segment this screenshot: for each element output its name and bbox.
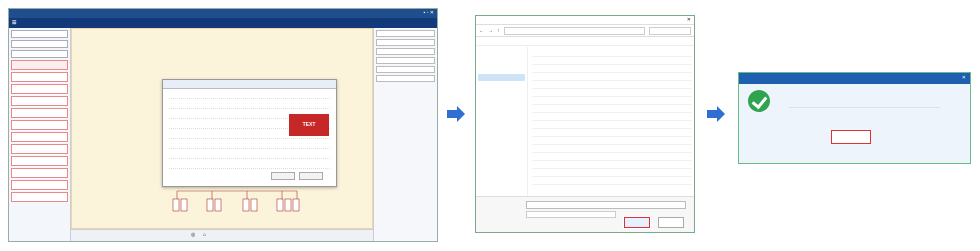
export-button[interactable] bbox=[271, 172, 295, 180]
close-icon[interactable]: ✕ bbox=[962, 75, 966, 82]
file-type-select[interactable] bbox=[526, 211, 616, 218]
sidebar-item[interactable] bbox=[478, 58, 525, 65]
file-row[interactable] bbox=[532, 50, 692, 57]
bottom-toolbar: ◎ ⌂ bbox=[71, 229, 373, 241]
family-tree bbox=[172, 190, 300, 212]
right-option[interactable] bbox=[376, 75, 435, 82]
list-item[interactable] bbox=[11, 72, 68, 82]
dialog-titlebar: ✕ bbox=[476, 16, 694, 25]
file-row[interactable] bbox=[532, 130, 692, 137]
file-row[interactable] bbox=[532, 90, 692, 97]
sidebar-item-selected[interactable] bbox=[478, 74, 525, 81]
preview-label: TEXT bbox=[302, 122, 316, 128]
save-as-dialog: ✕ ← → ↑ bbox=[475, 15, 695, 233]
sidebar-item[interactable] bbox=[478, 82, 525, 89]
file-row[interactable] bbox=[532, 162, 692, 169]
right-sidebar bbox=[373, 28, 437, 241]
file-list bbox=[530, 47, 694, 196]
file-name-input[interactable] bbox=[526, 201, 686, 209]
window-titlebar: ▪ ▫ ✕ bbox=[9, 9, 437, 18]
hide-folders-toggle[interactable] bbox=[480, 221, 506, 227]
right-option[interactable] bbox=[376, 30, 435, 37]
cancel-button[interactable] bbox=[658, 217, 684, 228]
list-item[interactable] bbox=[11, 96, 68, 106]
up-icon[interactable]: ↑ bbox=[497, 28, 500, 34]
export-dialog: TEXT bbox=[162, 79, 337, 187]
sidebar-item[interactable] bbox=[478, 90, 525, 97]
right-option[interactable] bbox=[376, 39, 435, 46]
preview-swatch: TEXT bbox=[289, 114, 329, 136]
notification-dialog: ✕ bbox=[738, 72, 971, 164]
option-row[interactable] bbox=[169, 151, 330, 159]
filter-dropdown[interactable] bbox=[11, 40, 68, 48]
arrow-icon bbox=[447, 106, 465, 122]
sidebar-item[interactable] bbox=[478, 98, 525, 105]
dialog-body bbox=[739, 84, 970, 163]
file-row[interactable] bbox=[532, 74, 692, 81]
list-item[interactable] bbox=[11, 108, 68, 118]
sidebar-item[interactable] bbox=[478, 130, 525, 137]
save-button[interactable] bbox=[624, 217, 650, 228]
option-row[interactable] bbox=[169, 101, 330, 109]
dialog-footer bbox=[476, 196, 694, 232]
address-bar[interactable] bbox=[503, 26, 645, 35]
file-row[interactable] bbox=[532, 154, 692, 161]
list-item[interactable] bbox=[11, 180, 68, 190]
list-item[interactable] bbox=[11, 60, 68, 70]
sidebar-item[interactable] bbox=[478, 122, 525, 129]
file-row[interactable] bbox=[532, 58, 692, 65]
file-row[interactable] bbox=[532, 82, 692, 89]
list-item[interactable] bbox=[11, 168, 68, 178]
zoom-icon[interactable]: ◎ bbox=[191, 232, 195, 238]
sidebar-item[interactable] bbox=[478, 66, 525, 73]
folder-tree bbox=[476, 47, 528, 196]
file-row[interactable] bbox=[532, 178, 692, 185]
file-row[interactable] bbox=[532, 106, 692, 113]
menu-icon[interactable]: ☰ bbox=[12, 20, 16, 26]
file-row[interactable] bbox=[532, 170, 692, 177]
list-item[interactable] bbox=[11, 144, 68, 154]
right-option[interactable] bbox=[376, 48, 435, 55]
toolbar bbox=[476, 37, 694, 46]
dialog-titlebar: ✕ bbox=[739, 73, 970, 84]
forward-icon[interactable]: → bbox=[488, 28, 493, 34]
file-row[interactable] bbox=[532, 66, 692, 73]
list-item[interactable] bbox=[11, 132, 68, 142]
success-check-icon bbox=[748, 90, 770, 112]
nav-bar: ← → ↑ bbox=[476, 25, 694, 37]
search-input[interactable] bbox=[11, 30, 68, 38]
file-row[interactable] bbox=[532, 114, 692, 121]
message-text bbox=[789, 98, 940, 108]
list-item[interactable] bbox=[11, 192, 68, 202]
file-row[interactable] bbox=[532, 122, 692, 129]
app-header: ☰ bbox=[9, 18, 437, 28]
sidebar-item[interactable] bbox=[478, 50, 525, 57]
app-window: ▪ ▫ ✕ ☰ TEXT ◎ ⌂ bbox=[8, 8, 438, 242]
close-icon[interactable]: ✕ bbox=[687, 17, 691, 23]
file-row[interactable] bbox=[532, 146, 692, 153]
left-sidebar bbox=[9, 28, 71, 241]
list-item[interactable] bbox=[11, 84, 68, 94]
option-row[interactable] bbox=[169, 141, 330, 149]
file-row[interactable] bbox=[532, 98, 692, 105]
right-option[interactable] bbox=[376, 66, 435, 73]
list-item[interactable] bbox=[11, 120, 68, 130]
ok-button[interactable] bbox=[831, 130, 871, 144]
arrow-icon bbox=[707, 106, 725, 122]
home-icon[interactable]: ⌂ bbox=[203, 232, 206, 238]
right-option[interactable] bbox=[376, 57, 435, 64]
option-row[interactable] bbox=[169, 161, 330, 169]
dialog-header bbox=[163, 80, 336, 89]
window-controls[interactable]: ▪ ▫ ✕ bbox=[423, 10, 434, 17]
sidebar-item[interactable] bbox=[478, 114, 525, 121]
pager[interactable] bbox=[11, 50, 68, 58]
back-icon[interactable]: ← bbox=[479, 28, 484, 34]
option-row[interactable] bbox=[169, 91, 330, 99]
list-item[interactable] bbox=[11, 156, 68, 166]
search-input[interactable] bbox=[649, 26, 691, 35]
cancel-button[interactable] bbox=[299, 172, 323, 180]
tree-canvas[interactable]: TEXT bbox=[71, 28, 373, 229]
sidebar-item[interactable] bbox=[478, 106, 525, 113]
file-row[interactable] bbox=[532, 138, 692, 145]
